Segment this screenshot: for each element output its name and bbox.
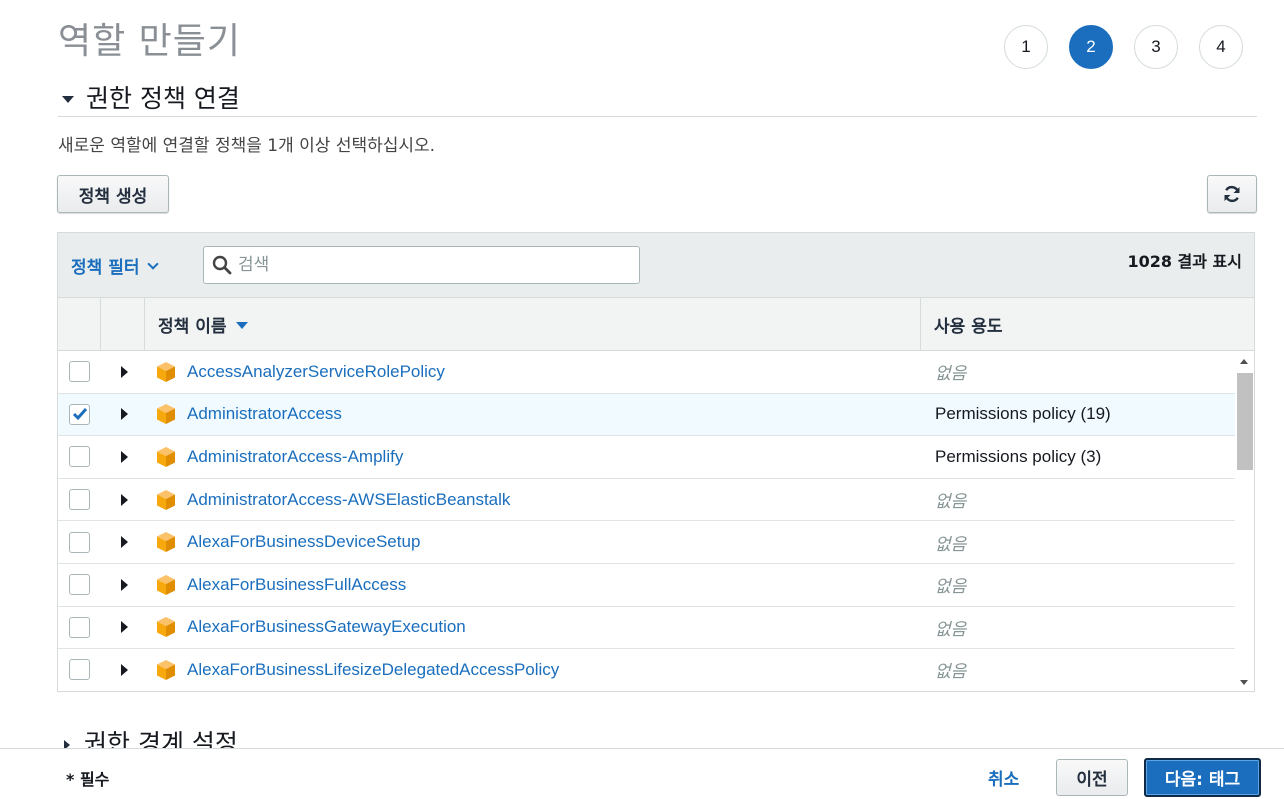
- permissions-section-header[interactable]: 권한 정책 연결: [58, 78, 1257, 117]
- sort-descending-icon: [236, 322, 249, 329]
- search-input[interactable]: [238, 255, 618, 275]
- refresh-button[interactable]: [1207, 175, 1257, 213]
- policy-name-link[interactable]: AlexaForBusinessLifesizeDelegatedAccessP…: [187, 660, 917, 680]
- chevron-down-icon: [147, 257, 160, 270]
- expand-row-icon[interactable]: [121, 536, 128, 549]
- header-usage-label: 사용 용도: [934, 316, 1003, 337]
- expand-row-icon[interactable]: [121, 621, 128, 634]
- step-3[interactable]: 3: [1134, 25, 1178, 69]
- row-checkbox[interactable]: [69, 361, 90, 383]
- policy-usage: Permissions policy (19): [935, 404, 1111, 424]
- policy-cube-icon: [157, 659, 175, 680]
- policy-name-link[interactable]: AlexaForBusinessGatewayExecution: [187, 617, 917, 637]
- header-usage[interactable]: 사용 용도: [921, 298, 1254, 350]
- table-row[interactable]: AlexaForBusinessLifesizeDelegatedAccessP…: [58, 649, 1236, 691]
- table-row[interactable]: AlexaForBusinessFullAccess 없음: [58, 564, 1236, 607]
- result-count: 1028 결과 표시: [1127, 252, 1242, 271]
- header-checkbox-col: [58, 298, 101, 350]
- policy-cube-icon: [157, 489, 175, 510]
- policy-filter-dropdown[interactable]: 정책 필터: [71, 253, 160, 278]
- row-checkbox[interactable]: [69, 489, 90, 511]
- table-row[interactable]: AccessAnalyzerServiceRolePolicy 없음: [58, 351, 1236, 394]
- table-row[interactable]: AlexaForBusinessGatewayExecution 없음: [58, 607, 1236, 650]
- row-checkbox[interactable]: [69, 659, 90, 681]
- policy-name-link[interactable]: AccessAnalyzerServiceRolePolicy: [187, 362, 917, 382]
- table-scrollbar[interactable]: [1235, 351, 1254, 691]
- search-box[interactable]: [203, 246, 640, 284]
- header-policy-name[interactable]: 정책 이름: [145, 298, 921, 350]
- row-checkbox[interactable]: [69, 403, 90, 425]
- policy-usage: 없음: [935, 619, 967, 639]
- policy-usage: 없음: [935, 662, 967, 682]
- expand-row-icon[interactable]: [121, 663, 128, 676]
- section-title: 권한 정책 연결: [86, 84, 240, 113]
- policy-name-link[interactable]: AlexaForBusinessDeviceSetup: [187, 532, 917, 552]
- policy-usage: 없음: [935, 492, 967, 512]
- next-tags-button[interactable]: 다음: 태그: [1144, 758, 1261, 797]
- refresh-icon: [1224, 186, 1240, 202]
- step-2[interactable]: 2: [1069, 25, 1113, 69]
- expand-row-icon[interactable]: [121, 365, 128, 378]
- policy-name-link[interactable]: AdministratorAccess-Amplify: [187, 447, 917, 467]
- wizard-steps: 1 2 3 4: [1004, 25, 1243, 69]
- header-expand-col: [101, 298, 145, 350]
- policy-cube-icon: [157, 574, 175, 595]
- table-row[interactable]: AdministratorAccess-Amplify Permissions …: [58, 436, 1236, 479]
- step-4[interactable]: 4: [1199, 25, 1243, 69]
- page-title: 역할 만들기: [58, 21, 242, 62]
- table-row[interactable]: AdministratorAccess-AWSElasticBeanstalk …: [58, 479, 1236, 522]
- policy-usage: Permissions policy (3): [935, 446, 1102, 466]
- policy-cube-icon: [157, 532, 175, 553]
- cancel-button[interactable]: 취소: [988, 765, 1019, 790]
- header-policy-name-label: 정책 이름: [158, 316, 227, 337]
- scroll-thumb[interactable]: [1237, 373, 1253, 470]
- table-body: AccessAnalyzerServiceRolePolicy 없음 Admin…: [58, 351, 1254, 691]
- search-icon: [212, 255, 232, 275]
- row-checkbox[interactable]: [69, 574, 90, 596]
- table-header: 정책 이름 사용 용도: [58, 298, 1254, 351]
- policy-name-link[interactable]: AdministratorAccess: [187, 404, 917, 424]
- table-row[interactable]: AdministratorAccess Permissions policy (…: [58, 393, 1236, 437]
- section-description: 새로운 역할에 연결할 정책을 1개 이상 선택하십시오.: [58, 136, 436, 156]
- table-row[interactable]: AlexaForBusinessDeviceSetup 없음: [58, 521, 1236, 564]
- row-checkbox[interactable]: [69, 446, 90, 468]
- footer-bar: * 필수 취소 이전 다음: 태그: [0, 748, 1284, 799]
- policy-table: 정책 필터 1028 결과 표시 정책 이름 사용 용도 AccessAnaly: [57, 232, 1255, 692]
- policy-usage: 없음: [935, 534, 967, 554]
- previous-button[interactable]: 이전: [1056, 759, 1128, 796]
- expand-row-icon[interactable]: [121, 408, 128, 421]
- policy-name-link[interactable]: AlexaForBusinessFullAccess: [187, 575, 917, 595]
- policy-usage: 없음: [935, 364, 967, 384]
- expand-row-icon[interactable]: [121, 578, 128, 591]
- row-checkbox[interactable]: [69, 616, 90, 638]
- scroll-up-arrow-icon[interactable]: [1240, 359, 1248, 364]
- filter-bar: 정책 필터 1028 결과 표시: [58, 233, 1254, 298]
- policy-cube-icon: [157, 617, 175, 638]
- policy-name-link[interactable]: AdministratorAccess-AWSElasticBeanstalk: [187, 490, 917, 510]
- required-note: * 필수: [66, 770, 110, 789]
- expand-row-icon[interactable]: [121, 493, 128, 506]
- row-checkbox[interactable]: [69, 531, 90, 553]
- policy-cube-icon: [157, 361, 175, 382]
- policy-cube-icon: [157, 404, 175, 425]
- checkmark-icon: [72, 408, 87, 421]
- create-policy-button[interactable]: 정책 생성: [57, 175, 169, 213]
- policy-cube-icon: [157, 446, 175, 467]
- policy-filter-label: 정책 필터: [71, 258, 140, 278]
- policy-usage: 없음: [935, 577, 967, 597]
- scroll-down-arrow-icon[interactable]: [1240, 680, 1248, 685]
- caret-down-icon: [62, 95, 74, 103]
- step-1[interactable]: 1: [1004, 25, 1048, 69]
- expand-row-icon[interactable]: [121, 450, 128, 463]
